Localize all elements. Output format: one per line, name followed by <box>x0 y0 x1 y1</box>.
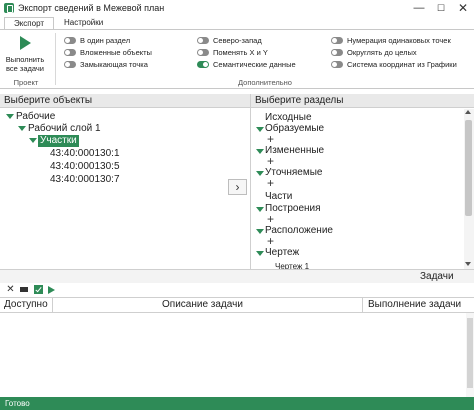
expand-arrow-icon[interactable] <box>18 126 26 131</box>
toggle-switch-icon <box>64 49 76 56</box>
ribbon-tabs: Экспорт Настройки <box>0 17 474 29</box>
toggle-graphics-coordinate-system[interactable]: Система координат из Графики <box>331 60 471 70</box>
column-divider[interactable] <box>52 297 53 313</box>
run-all-tasks-label: Выполнить все задачи <box>5 55 45 73</box>
toggle-switch-icon <box>197 61 209 68</box>
toggle-swap-xy[interactable]: Поменять X и Y <box>197 48 322 58</box>
expand-arrow-icon[interactable] <box>256 229 264 234</box>
remove-task-icon[interactable]: ✕ <box>6 285 15 295</box>
toggle-label: Округлять до целых <box>347 48 417 57</box>
status-text: Готово <box>5 399 30 408</box>
status-bar <box>0 397 474 410</box>
tab-export[interactable]: Экспорт <box>4 17 54 29</box>
tree-leaf-parcel[interactable]: 43:40:000130:5 <box>50 161 120 173</box>
close-button[interactable]: ✕ <box>452 0 474 17</box>
tree-node-work[interactable]: Рабочие <box>16 111 55 123</box>
toggle-switch-icon <box>197 49 209 56</box>
toggle-label: Замыкающая точка <box>80 60 148 69</box>
section-item[interactable]: Исходные <box>265 112 312 123</box>
column-divider[interactable] <box>362 297 363 313</box>
section-item[interactable]: Расположение <box>265 225 333 236</box>
toggle-label: Северо-запад <box>213 36 262 45</box>
toggle-label: Поменять X и Y <box>213 48 268 57</box>
section-subitem[interactable]: Чертеж 1 <box>275 261 309 269</box>
column-header-execution[interactable]: Выполнение задачи <box>368 299 461 311</box>
toggle-label: В один раздел <box>80 36 131 45</box>
expand-arrow-icon[interactable] <box>29 138 37 143</box>
section-item[interactable]: Чертеж <box>265 247 299 258</box>
run-all-tasks-button[interactable]: Выполнить все задачи <box>3 33 47 77</box>
expand-arrow-icon[interactable] <box>6 114 14 119</box>
toggle-label: Семантические данные <box>213 60 296 69</box>
expand-arrow-icon[interactable] <box>256 149 264 154</box>
column-header-available[interactable]: Доступно <box>4 299 48 311</box>
play-icon[interactable] <box>48 286 55 294</box>
tasks-toolbar: ✕ <box>0 284 474 296</box>
group-label-project: Проект <box>13 78 39 87</box>
toggle-switch-icon <box>64 61 76 68</box>
tasks-header <box>0 269 474 283</box>
toggle-label: Нумерация одинаковых точек <box>347 36 451 45</box>
toggle-single-section[interactable]: В один раздел <box>64 36 184 46</box>
tree-leaf-parcel[interactable]: 43:40:000130:1 <box>50 148 120 160</box>
toggle-numbering-same-points[interactable]: Нумерация одинаковых точек <box>331 36 471 46</box>
group-label-additional: Дополнительно <box>238 78 292 87</box>
toggle-northwest[interactable]: Северо-запад <box>197 36 322 46</box>
scroll-up-icon[interactable] <box>465 110 471 114</box>
expand-arrow-icon[interactable] <box>256 127 264 132</box>
tree-node-layer[interactable]: Рабочий слой 1 <box>28 123 101 135</box>
maximize-button[interactable]: ☐ <box>430 0 452 17</box>
toggle-semantic-data[interactable]: Семантические данные <box>197 60 322 70</box>
check-icon[interactable] <box>34 285 43 294</box>
tree-leaf-parcel[interactable]: 43:40:000130:7 <box>50 174 120 186</box>
expand-arrow-icon[interactable] <box>256 171 264 176</box>
app-document-icon <box>4 3 14 13</box>
tab-settings[interactable]: Настройки <box>58 17 109 29</box>
toggle-switch-icon <box>331 49 343 56</box>
section-item[interactable]: Части <box>265 191 292 202</box>
ribbon: Выполнить все задачи Проект В один разде… <box>0 29 474 89</box>
toggle-round-to-integers[interactable]: Округлять до целых <box>331 48 471 58</box>
scroll-thumb[interactable] <box>465 120 472 216</box>
tree-node-parcels-selected[interactable]: Участки <box>38 135 79 147</box>
scroll-down-icon[interactable] <box>465 262 471 266</box>
add-icon[interactable]: + <box>267 235 274 247</box>
toggle-nested-objects[interactable]: Вложенные объекты <box>64 48 184 58</box>
toggle-label: Вложенные объекты <box>80 48 152 57</box>
expand-arrow-icon[interactable] <box>256 207 264 212</box>
minus-icon[interactable] <box>20 287 28 292</box>
play-icon <box>20 36 31 50</box>
add-icon[interactable]: + <box>267 213 274 225</box>
toggle-switch-icon <box>331 61 343 68</box>
objects-panel-header: Выберите объекты <box>0 94 250 108</box>
add-icon[interactable]: + <box>267 155 274 167</box>
toggle-closing-point[interactable]: Замыкающая точка <box>64 60 184 70</box>
add-icon[interactable]: + <box>267 177 274 189</box>
column-header-description[interactable]: Описание задачи <box>162 299 243 311</box>
expand-arrow-icon[interactable] <box>256 251 264 256</box>
ribbon-separator <box>55 33 56 85</box>
sections-panel-header: Выберите разделы <box>251 94 474 108</box>
move-right-button[interactable]: › <box>228 179 247 195</box>
window-title: Экспорт сведений в Межевой план <box>18 3 165 13</box>
toggle-switch-icon <box>331 37 343 44</box>
add-icon[interactable]: + <box>267 133 274 145</box>
sections-list: Исходные Образуемые + Измененные + Уточн… <box>251 109 474 269</box>
scroll-thumb[interactable] <box>467 318 473 388</box>
toggle-label: Система координат из Графики <box>347 60 457 69</box>
toggle-switch-icon <box>197 37 209 44</box>
toggle-switch-icon <box>64 37 76 44</box>
tasks-title: Задачи <box>420 271 454 282</box>
minimize-button[interactable]: — <box>408 0 430 17</box>
